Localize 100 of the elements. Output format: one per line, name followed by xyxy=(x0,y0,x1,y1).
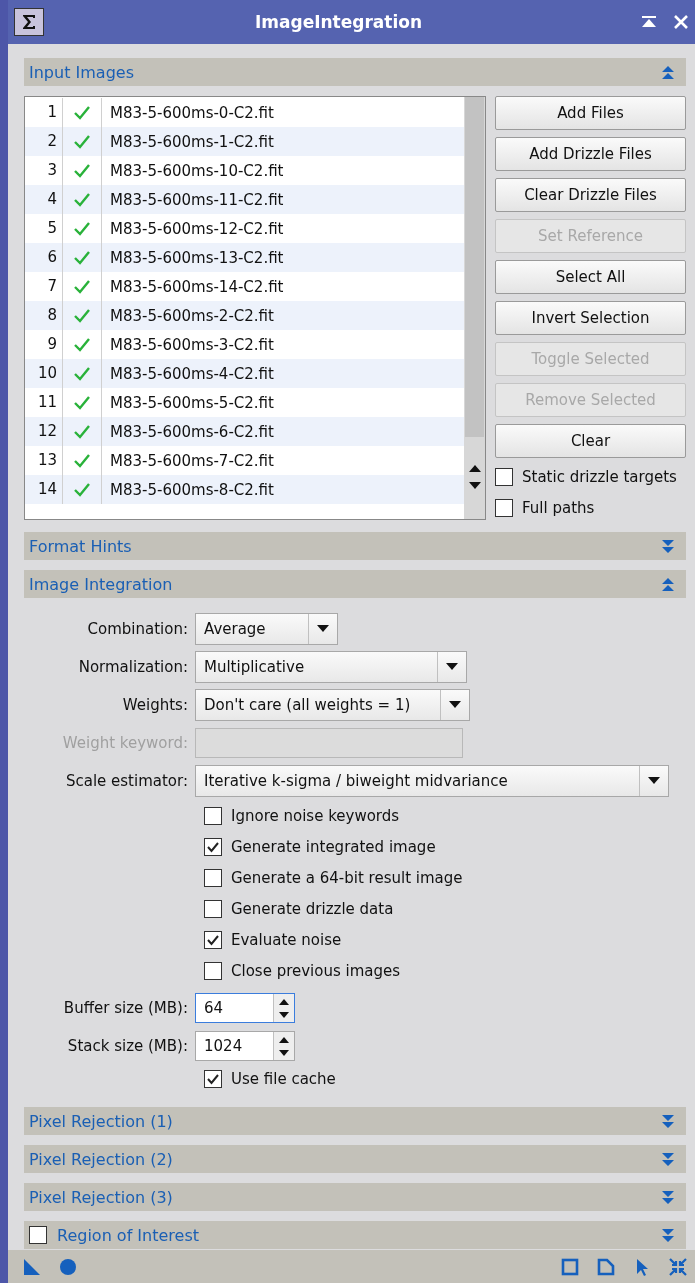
button[interactable]: Clear Drizzle Files xyxy=(495,178,686,212)
spin-value: 64 xyxy=(203,999,225,1017)
file-row[interactable]: 10 M83-5-600ms-4-C2.fit xyxy=(25,359,464,388)
row-number: 14 xyxy=(25,475,63,504)
file-name: M83-5-600ms-1-C2.fit xyxy=(109,132,274,151)
checkbox-label: Use file cache xyxy=(231,1070,336,1088)
dropdown[interactable]: Multiplicative xyxy=(195,651,467,683)
field-label: Weights: xyxy=(121,696,188,714)
file-name: M83-5-600ms-13-C2.fit xyxy=(109,248,284,267)
close-icon[interactable] xyxy=(673,14,689,30)
increment-icon[interactable] xyxy=(279,1035,289,1043)
expand-icon[interactable] xyxy=(660,1188,676,1206)
dropdown[interactable]: Don't care (all weights = 1) xyxy=(195,689,470,721)
scroll-up-icon[interactable] xyxy=(467,463,482,473)
button[interactable]: Add Files xyxy=(495,96,686,130)
checkbox[interactable] xyxy=(204,838,222,856)
file-row[interactable]: 12 M83-5-600ms-6-C2.fit xyxy=(25,417,464,446)
file-name: M83-5-600ms-11-C2.fit xyxy=(109,190,284,209)
scrollbar[interactable] xyxy=(464,97,485,519)
check-icon xyxy=(206,933,220,947)
spin-box[interactable]: 64 xyxy=(195,993,295,1023)
checkbox[interactable] xyxy=(495,468,513,486)
section-header[interactable]: Region of Interest xyxy=(24,1221,686,1249)
scrollbar-thumb[interactable] xyxy=(465,97,484,437)
file-name: M83-5-600ms-7-C2.fit xyxy=(109,451,274,470)
dropdown-arrow-icon[interactable] xyxy=(317,625,329,633)
file-row[interactable]: 6 M83-5-600ms-13-C2.fit xyxy=(25,243,464,272)
checkbox[interactable] xyxy=(204,807,222,825)
section-title: Pixel Rejection (2) xyxy=(29,1149,174,1169)
dropdown-arrow-icon[interactable] xyxy=(648,777,660,785)
checkbox[interactable] xyxy=(495,499,513,517)
section-title: Region of Interest xyxy=(57,1225,201,1245)
field-label: Normalization: xyxy=(77,658,188,676)
collapse-icon[interactable] xyxy=(660,575,676,593)
dropdown-value: Multiplicative xyxy=(203,658,306,676)
triangle-icon[interactable] xyxy=(23,1257,41,1276)
expand-icon[interactable] xyxy=(660,537,676,555)
dropdown[interactable]: Iterative k-sigma / biweight midvariance xyxy=(195,765,669,797)
scroll-down-icon[interactable] xyxy=(467,481,482,491)
square-icon[interactable] xyxy=(561,1257,579,1276)
checkbox-label: Static drizzle targets xyxy=(522,468,677,486)
field-label: Scale estimator: xyxy=(64,772,188,790)
field-label: Stack size (MB): xyxy=(66,1037,188,1055)
section-title: Format Hints xyxy=(29,536,133,556)
shrink-icon[interactable] xyxy=(669,1257,687,1276)
section-title: Input Images xyxy=(29,62,135,82)
increment-icon[interactable] xyxy=(279,997,289,1005)
decrement-icon[interactable] xyxy=(279,1049,289,1057)
collapse-icon[interactable] xyxy=(660,63,676,81)
section-header[interactable]: Input Images xyxy=(24,58,686,86)
file-name: M83-5-600ms-3-C2.fit xyxy=(109,335,274,354)
spin-box[interactable]: 1024 xyxy=(195,1031,295,1061)
checkbox[interactable] xyxy=(204,931,222,949)
checkbox[interactable] xyxy=(204,1070,222,1088)
file-name: M83-5-600ms-2-C2.fit xyxy=(109,306,274,325)
checkbox[interactable] xyxy=(204,869,222,887)
file-row[interactable]: 8 M83-5-600ms-2-C2.fit xyxy=(25,301,464,330)
dropdown-arrow-icon[interactable] xyxy=(449,701,461,709)
dropdown-value: Don't care (all weights = 1) xyxy=(203,696,412,714)
checkbox-label: Generate integrated image xyxy=(231,838,436,856)
expand-icon[interactable] xyxy=(660,1226,676,1244)
checkbox-label: Evaluate noise xyxy=(231,931,342,949)
file-name: M83-5-600ms-8-C2.fit xyxy=(109,480,274,499)
file-name: M83-5-600ms-4-C2.fit xyxy=(109,364,274,383)
dropdown-value: Average xyxy=(203,620,267,638)
section-title: Pixel Rejection (1) xyxy=(29,1111,174,1131)
window-title: ImageIntegration xyxy=(253,12,424,32)
file-name: M83-5-600ms-5-C2.fit xyxy=(109,393,274,412)
sigma-icon[interactable] xyxy=(14,8,44,36)
decrement-icon[interactable] xyxy=(279,1011,289,1019)
dropdown[interactable]: Average xyxy=(195,613,338,645)
checkbox-label: Generate drizzle data xyxy=(231,900,394,918)
button[interactable]: Clear xyxy=(495,424,686,458)
button[interactable]: Add Drizzle Files xyxy=(495,137,686,171)
file-name: M83-5-600ms-14-C2.fit xyxy=(109,277,284,296)
check-icon xyxy=(206,840,220,854)
file-name: M83-5-600ms-0-C2.fit xyxy=(109,103,274,122)
section-header[interactable]: Image Integration xyxy=(24,570,686,598)
button[interactable]: Select All xyxy=(495,260,686,294)
checkbox-label: Close previous images xyxy=(231,962,401,980)
circle-icon[interactable] xyxy=(59,1257,77,1276)
section-title: Image Integration xyxy=(29,574,174,594)
file-row[interactable]: 2 M83-5-600ms-1-C2.fit xyxy=(25,127,464,156)
checkbox[interactable] xyxy=(29,1226,47,1244)
file-row[interactable]: 4 M83-5-600ms-11-C2.fit xyxy=(25,185,464,214)
field-label: Combination: xyxy=(86,620,188,638)
expand-icon[interactable] xyxy=(660,1112,676,1130)
checkbox[interactable] xyxy=(204,962,222,980)
input-field[interactable] xyxy=(195,728,463,758)
shade-icon[interactable] xyxy=(641,14,657,30)
dropdown-arrow-icon[interactable] xyxy=(446,663,458,671)
checkbox[interactable] xyxy=(204,900,222,918)
section-header[interactable]: Format Hints xyxy=(24,532,686,560)
expand-icon[interactable] xyxy=(660,1150,676,1168)
section-title: Pixel Rejection (3) xyxy=(29,1187,174,1207)
document-icon[interactable] xyxy=(597,1257,615,1276)
field-label: Buffer size (MB): xyxy=(62,999,188,1017)
file-row[interactable]: 14 M83-5-600ms-8-C2.fit xyxy=(25,475,464,504)
button[interactable]: Invert Selection xyxy=(495,301,686,335)
check-icon xyxy=(206,1072,220,1086)
